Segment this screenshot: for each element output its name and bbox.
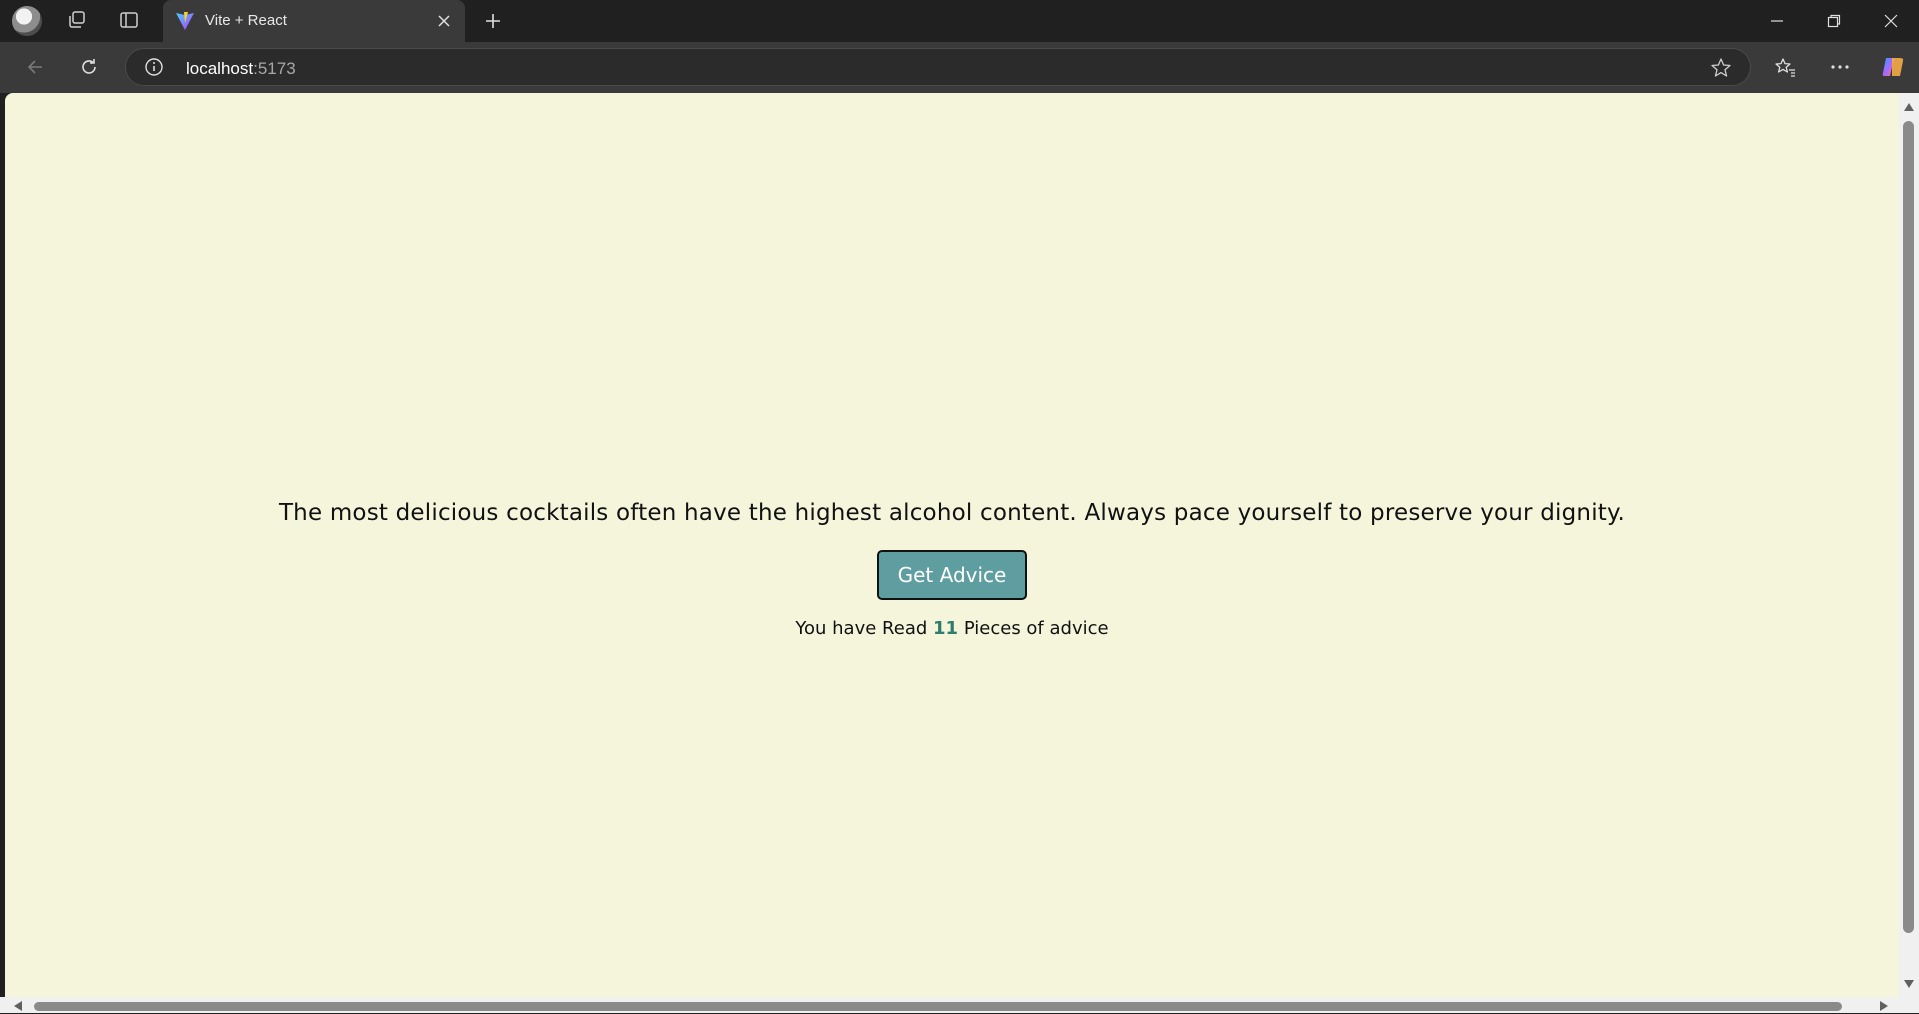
advice-counter: You have Read 11 Pieces of advice [795, 618, 1108, 639]
close-tab-icon[interactable] [433, 10, 455, 32]
browser-toolbar: localhost:5173 [0, 42, 1919, 93]
vertical-tabs-icon[interactable] [114, 5, 144, 35]
minimize-icon[interactable] [1762, 6, 1792, 36]
counter-suffix: Pieces of advice [963, 617, 1109, 639]
browser-titlebar: Vite + React [0, 0, 1919, 42]
advice-count: 11 [933, 617, 959, 639]
scroll-right-icon[interactable] [1876, 998, 1892, 1014]
new-tab-icon[interactable] [478, 6, 508, 36]
url-port: :5173 [253, 59, 296, 78]
counter-prefix: You have Read [795, 617, 928, 639]
workspaces-icon[interactable] [62, 5, 92, 35]
profile-avatar[interactable] [12, 6, 42, 36]
horizontal-scroll-thumb[interactable] [34, 1002, 1842, 1011]
advice-text: The most delicious cocktails often have … [278, 499, 1626, 526]
advice-container: The most delicious cocktails often have … [5, 93, 1899, 997]
scroll-up-icon[interactable] [1901, 99, 1917, 115]
vertical-scroll-thumb[interactable] [1903, 121, 1914, 933]
favorites-icon[interactable] [1768, 50, 1802, 84]
more-options-icon[interactable] [1823, 50, 1857, 84]
get-advice-button[interactable]: Get Advice [877, 549, 1027, 600]
page-viewport: The most delicious cocktails often have … [5, 93, 1899, 997]
url-host: localhost [186, 59, 254, 78]
scroll-down-icon[interactable] [1901, 976, 1917, 992]
address-bar[interactable]: localhost:5173 [125, 48, 1751, 86]
favorite-star-icon[interactable] [1710, 57, 1732, 79]
back-arrow-icon[interactable] [18, 50, 52, 84]
restore-icon[interactable] [1819, 6, 1849, 36]
tab-title: Vite + React [205, 12, 287, 29]
refresh-icon[interactable] [72, 50, 106, 84]
vite-logo-icon [175, 11, 195, 36]
scroll-left-icon[interactable] [10, 998, 26, 1014]
copilot-icon[interactable] [1876, 50, 1910, 84]
site-info-icon[interactable] [144, 57, 164, 77]
tab-active[interactable]: Vite + React [163, 0, 465, 42]
close-window-icon[interactable] [1876, 6, 1906, 36]
url-text: localhost:5173 [186, 59, 296, 79]
